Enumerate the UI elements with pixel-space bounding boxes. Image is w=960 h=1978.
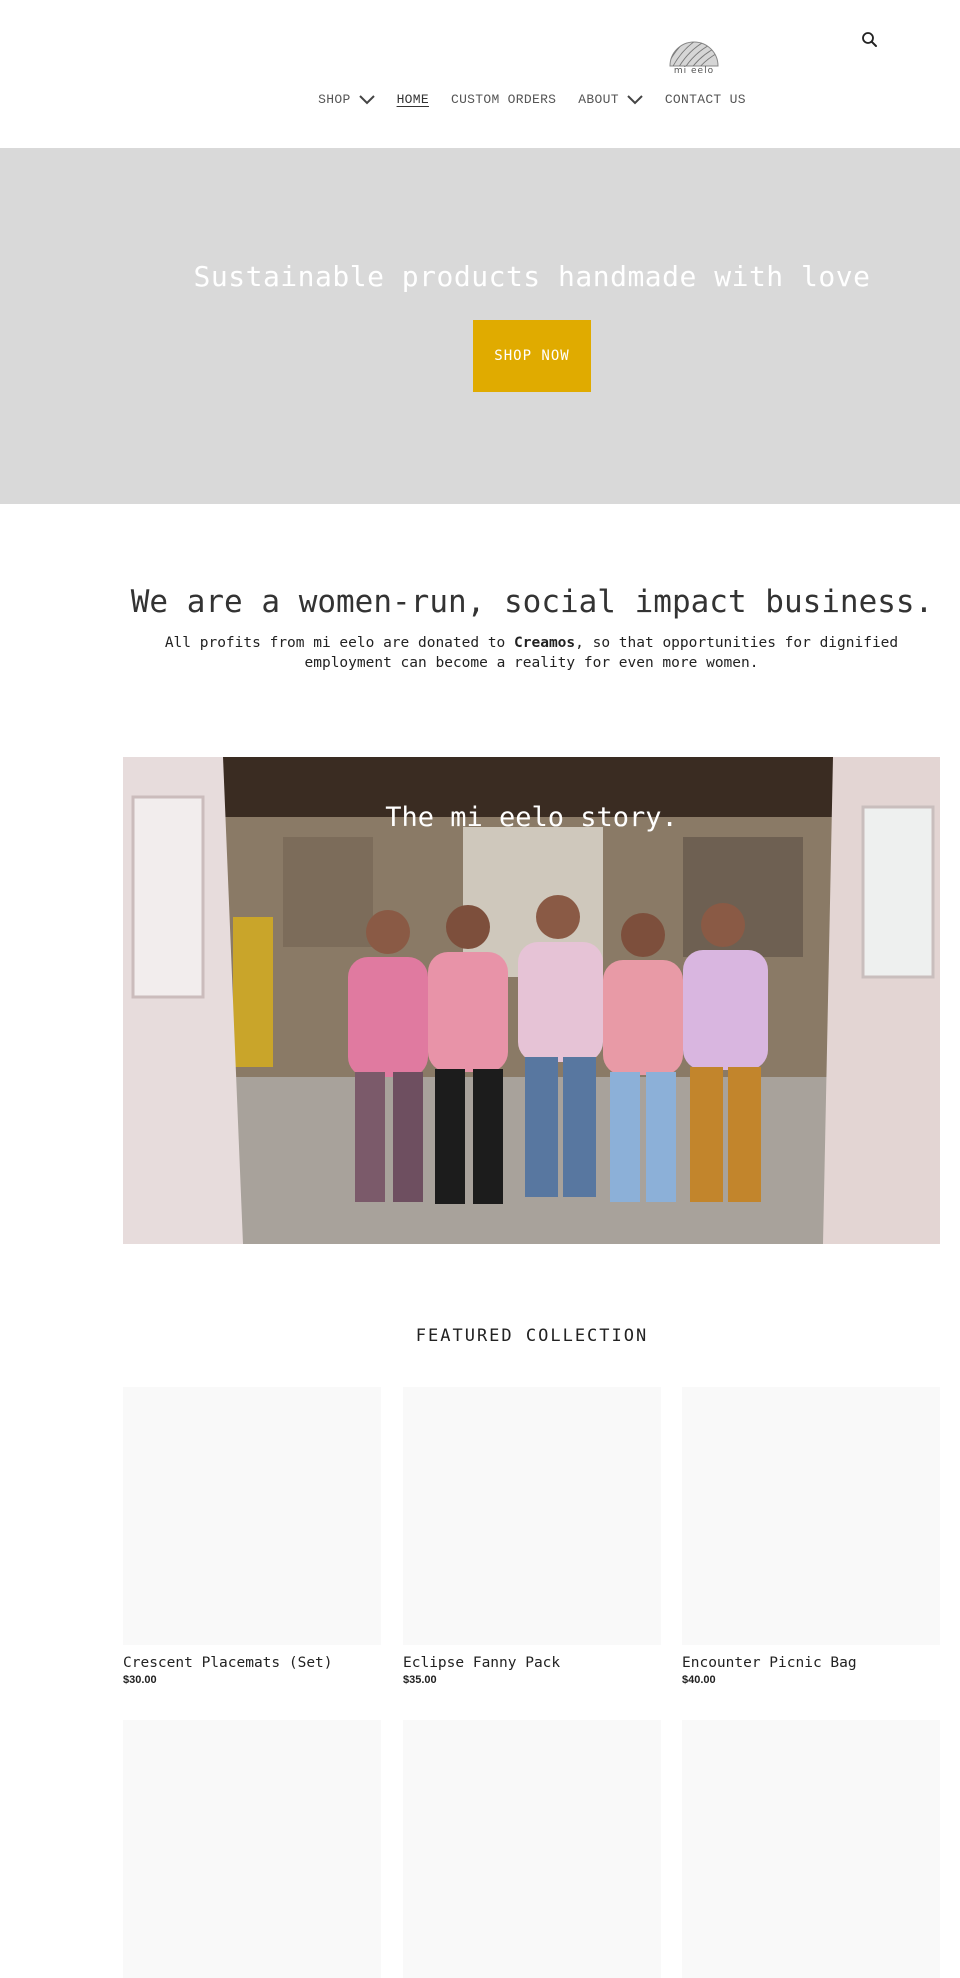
nav-item-label: CUSTOM ORDERS xyxy=(450,92,557,107)
chevron-down-icon xyxy=(358,94,375,104)
main-nav: SHOP HOME CUSTOM ORDERS ABOUT CONTACT US xyxy=(0,92,960,107)
nav-item-label: HOME xyxy=(396,92,429,107)
story-image-banner[interactable]: The mi eelo story. xyxy=(123,757,940,1244)
nav-item-shop[interactable]: SHOP xyxy=(318,92,375,107)
product-image[interactable] xyxy=(403,1387,661,1645)
product-image[interactable] xyxy=(123,1720,381,1978)
logo-text: mi eelo xyxy=(673,66,715,76)
product-card[interactable] xyxy=(123,1720,381,1978)
nav-item-contact-us[interactable]: CONTACT US xyxy=(665,92,746,107)
product-name[interactable]: Eclipse Fanny Pack xyxy=(403,1655,661,1671)
nav-item-label: CONTACT US xyxy=(664,92,746,107)
product-card[interactable]: Encounter Picnic Bag $40.00 xyxy=(682,1387,940,1686)
mission-text-start: All profits from mi eelo are donated to xyxy=(164,635,515,651)
product-price: $35.00 xyxy=(403,1674,437,1686)
hero-title: Sustainable products handmade with love xyxy=(193,260,871,293)
product-card[interactable]: Eclipse Fanny Pack $35.00 xyxy=(403,1387,661,1686)
shop-now-button[interactable]: SHOP NOW xyxy=(473,320,591,392)
nav-item-about[interactable]: ABOUT xyxy=(578,92,643,107)
product-card[interactable]: Crescent Placemats (Set) $30.00 xyxy=(123,1387,381,1686)
product-name[interactable]: Crescent Placemats (Set) xyxy=(123,1655,381,1671)
story-title: The mi eelo story. xyxy=(385,802,678,833)
mission-text: All profits from mi eelo are donated to … xyxy=(123,633,940,673)
site-header: mi eelo SHOP HOME CUSTOM ORDERS ABOUT CO… xyxy=(0,0,960,148)
product-card[interactable] xyxy=(682,1720,940,1978)
featured-collection-title: FEATURED COLLECTION xyxy=(415,1326,649,1346)
nav-item-label: SHOP xyxy=(318,92,351,107)
logo[interactable]: mi eelo xyxy=(668,22,720,76)
product-image[interactable] xyxy=(123,1387,381,1645)
chevron-down-icon xyxy=(627,94,643,104)
product-card[interactable] xyxy=(403,1720,661,1978)
product-price: $40.00 xyxy=(682,1674,716,1686)
product-price: $30.00 xyxy=(123,1674,157,1686)
nav-item-label: ABOUT xyxy=(578,92,619,107)
nav-item-custom-orders[interactable]: CUSTOM ORDERS xyxy=(451,92,556,107)
product-image[interactable] xyxy=(682,1387,940,1645)
search-icon[interactable] xyxy=(860,30,880,50)
mission-title: We are a women-run, social impact busine… xyxy=(130,584,934,620)
creamos-link[interactable]: Creamos xyxy=(514,635,575,651)
product-image[interactable] xyxy=(682,1720,940,1978)
nav-item-home[interactable]: HOME xyxy=(397,92,429,107)
product-image[interactable] xyxy=(403,1720,661,1978)
logo-mark-icon xyxy=(669,41,719,67)
hero-banner: Sustainable products handmade with love … xyxy=(0,148,960,504)
product-name[interactable]: Encounter Picnic Bag xyxy=(682,1655,940,1671)
